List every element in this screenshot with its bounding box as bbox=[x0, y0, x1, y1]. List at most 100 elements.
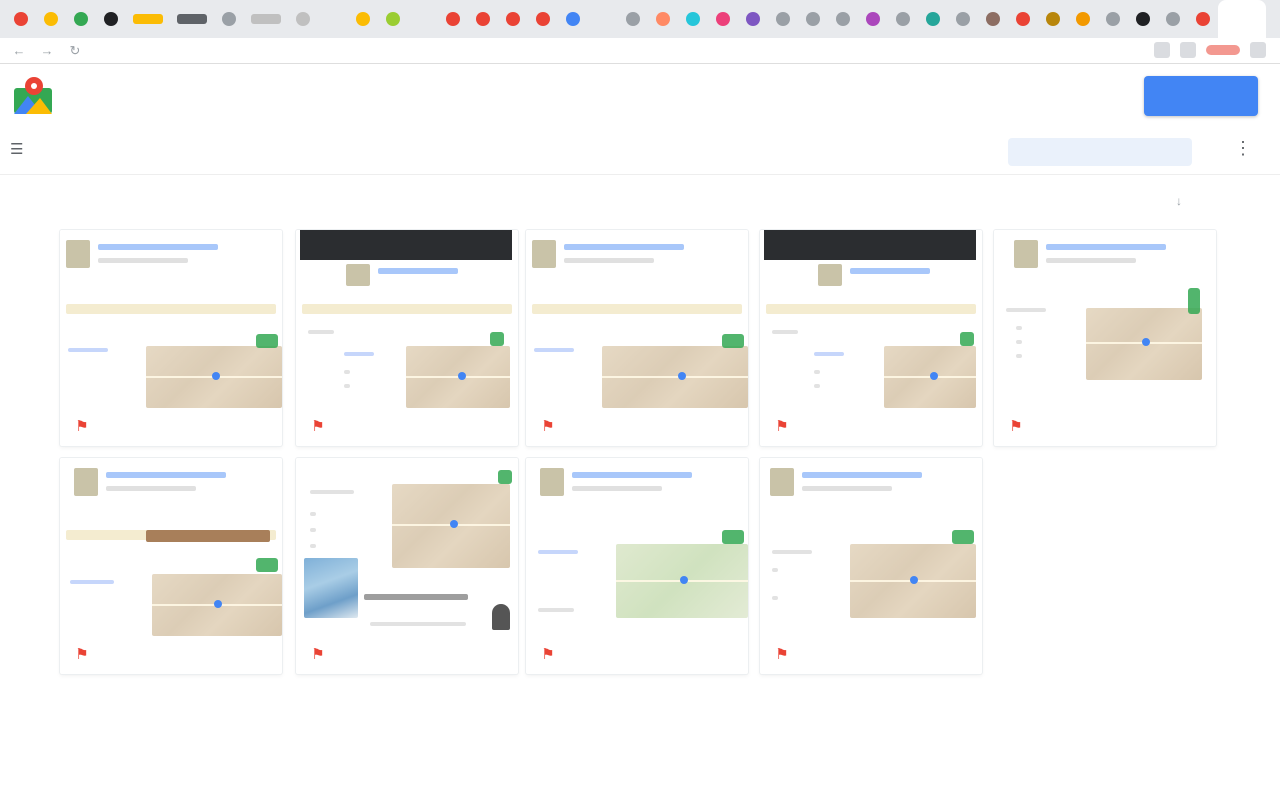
tab-favicon-icon bbox=[776, 12, 790, 26]
tab-favicon-icon bbox=[686, 12, 700, 26]
card-footer: ⚑ bbox=[296, 636, 518, 674]
maps-logo-icon[interactable] bbox=[12, 74, 54, 118]
browser-extensions bbox=[1154, 42, 1266, 58]
browser-tab[interactable] bbox=[678, 0, 708, 38]
browser-tab[interactable] bbox=[768, 0, 798, 38]
map-card[interactable]: ⚑ bbox=[994, 230, 1216, 446]
map-card[interactable]: ⚑ bbox=[760, 230, 982, 446]
map-thumbnail bbox=[60, 230, 282, 408]
browser-tab[interactable] bbox=[798, 0, 828, 38]
map-card[interactable]: ⚑ bbox=[526, 458, 748, 674]
map-pin-icon: ⚑ bbox=[311, 646, 325, 663]
tab-favicon-icon bbox=[806, 12, 820, 26]
browser-tab[interactable] bbox=[96, 0, 126, 38]
reload-icon[interactable]: ↻ bbox=[66, 42, 84, 60]
card-footer: ⚑ bbox=[296, 408, 518, 446]
tab-favicon-icon bbox=[596, 12, 610, 26]
browser-tab[interactable] bbox=[36, 0, 66, 38]
browser-tab[interactable] bbox=[528, 0, 558, 38]
browser-tab-strip bbox=[0, 0, 1280, 38]
browser-tab[interactable] bbox=[1098, 0, 1128, 38]
map-pin-icon: ⚑ bbox=[541, 418, 555, 435]
browser-tab[interactable] bbox=[648, 0, 678, 38]
tab-favicon-icon bbox=[326, 12, 340, 26]
tab-favicon-icon bbox=[446, 12, 460, 26]
browser-tab[interactable] bbox=[288, 0, 318, 38]
browser-tab[interactable] bbox=[348, 0, 378, 38]
browser-tab[interactable] bbox=[170, 0, 214, 38]
browser-tab[interactable] bbox=[1038, 0, 1068, 38]
map-pin-icon: ⚑ bbox=[775, 418, 789, 435]
map-thumbnail bbox=[760, 230, 982, 408]
browser-tab[interactable] bbox=[1188, 0, 1218, 38]
browser-tab[interactable] bbox=[1158, 0, 1188, 38]
forward-arrow-icon[interactable]: → bbox=[38, 42, 56, 60]
browser-tab[interactable] bbox=[858, 0, 888, 38]
map-thumbnail bbox=[296, 230, 518, 408]
browser-tab[interactable] bbox=[948, 0, 978, 38]
map-thumbnail bbox=[526, 230, 748, 408]
profile-badge[interactable] bbox=[1206, 45, 1240, 55]
map-card[interactable]: ⚑ bbox=[526, 230, 748, 446]
address-bar[interactable] bbox=[110, 42, 1070, 60]
tab-favicon-icon bbox=[416, 12, 430, 26]
browser-tab[interactable] bbox=[1068, 0, 1098, 38]
tab-favicon-icon bbox=[386, 12, 400, 26]
browser-tab[interactable] bbox=[498, 0, 528, 38]
card-footer: ⚑ bbox=[526, 636, 748, 674]
content-toolbar: ☰ ⋮ bbox=[0, 130, 1280, 175]
browser-tab[interactable] bbox=[378, 0, 408, 38]
card-footer: ⚑ bbox=[760, 636, 982, 674]
tab-favicon-icon bbox=[626, 12, 640, 26]
browser-tab[interactable] bbox=[978, 0, 1008, 38]
bookmark-star-icon[interactable] bbox=[1154, 42, 1170, 58]
browser-tab[interactable] bbox=[244, 0, 288, 38]
browser-tab[interactable] bbox=[1128, 0, 1158, 38]
tab-favicon-icon bbox=[356, 12, 370, 26]
map-thumbnail bbox=[760, 458, 982, 636]
tab-favicon-icon bbox=[1196, 12, 1210, 26]
browser-tab[interactable] bbox=[6, 0, 36, 38]
menu-icon[interactable]: ☰ bbox=[10, 140, 28, 162]
map-thumbnail bbox=[994, 230, 1216, 408]
map-card[interactable]: ⚑ bbox=[760, 458, 982, 674]
map-pin-icon: ⚑ bbox=[311, 418, 325, 435]
map-thumbnail bbox=[526, 458, 748, 636]
browser-tab[interactable] bbox=[618, 0, 648, 38]
extension-icon[interactable] bbox=[1180, 42, 1196, 58]
browser-tab[interactable] bbox=[1008, 0, 1038, 38]
browser-tab[interactable] bbox=[708, 0, 738, 38]
map-card[interactable]: ⚑ bbox=[296, 458, 518, 674]
browser-tab[interactable] bbox=[66, 0, 96, 38]
card-footer: ⚑ bbox=[994, 408, 1216, 446]
browser-menu-icon[interactable] bbox=[1250, 42, 1266, 58]
browser-tab[interactable] bbox=[918, 0, 948, 38]
browser-tab[interactable] bbox=[588, 0, 618, 38]
map-pin-icon: ⚑ bbox=[541, 646, 555, 663]
tab-favicon-icon bbox=[133, 14, 163, 24]
map-card[interactable]: ⚑ bbox=[60, 230, 282, 446]
primary-action-button[interactable] bbox=[1144, 76, 1258, 116]
browser-tab[interactable] bbox=[438, 0, 468, 38]
browser-tab[interactable] bbox=[828, 0, 858, 38]
browser-tab[interactable] bbox=[214, 0, 244, 38]
map-card[interactable]: ⚑ bbox=[296, 230, 518, 446]
browser-tab[interactable] bbox=[738, 0, 768, 38]
arrow-down-icon[interactable]: ↓ bbox=[1176, 194, 1182, 208]
tab-favicon-icon bbox=[926, 12, 940, 26]
back-arrow-icon[interactable]: ← bbox=[10, 42, 28, 60]
browser-tab[interactable] bbox=[558, 0, 588, 38]
tab-favicon-icon bbox=[866, 12, 880, 26]
tab-favicon-icon bbox=[1016, 12, 1030, 26]
search-input[interactable] bbox=[1008, 138, 1192, 166]
more-vert-icon[interactable]: ⋮ bbox=[1234, 138, 1252, 164]
map-card[interactable]: ⚑ bbox=[60, 458, 282, 674]
browser-tab[interactable] bbox=[318, 0, 348, 38]
browser-tab[interactable] bbox=[408, 0, 438, 38]
browser-tab[interactable] bbox=[126, 0, 170, 38]
map-thumbnail bbox=[60, 458, 282, 636]
browser-tab-active[interactable] bbox=[1218, 0, 1266, 38]
browser-tab[interactable] bbox=[888, 0, 918, 38]
card-footer: ⚑ bbox=[60, 636, 282, 674]
browser-tab[interactable] bbox=[468, 0, 498, 38]
